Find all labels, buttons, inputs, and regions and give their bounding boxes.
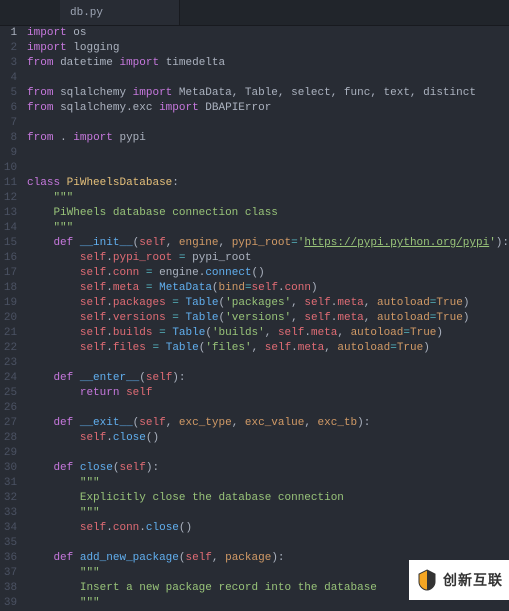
line-number: 21 [0,326,17,341]
line-number: 31 [0,476,17,491]
tab-bar: db.py [0,0,509,26]
line-number: 24 [0,371,17,386]
code-line: """ [27,506,509,521]
line-number: 6 [0,101,17,116]
line-number: 34 [0,521,17,536]
line-number: 27 [0,416,17,431]
line-number: 13 [0,206,17,221]
code-content[interactable]: import osimport loggingfrom datetime imp… [23,26,509,600]
code-line: self.close() [27,431,509,446]
code-line [27,401,509,416]
code-line: PiWheels database connection class [27,206,509,221]
code-line: """ [27,221,509,236]
code-line: self.builds = Table('builds', self.meta,… [27,326,509,341]
line-number: 20 [0,311,17,326]
line-number: 23 [0,356,17,371]
tab-filename: db.py [70,7,103,19]
line-number: 3 [0,56,17,71]
line-number: 37 [0,566,17,581]
line-number: 9 [0,146,17,161]
line-number: 7 [0,116,17,131]
code-line: self.pypi_root = pypi_root [27,251,509,266]
code-line: """ [27,191,509,206]
line-number: 4 [0,71,17,86]
line-number: 1 [0,26,17,41]
code-line: Explicitly close the database connection [27,491,509,506]
code-line [27,161,509,176]
code-line: from . import pypi [27,131,509,146]
code-line: from sqlalchemy import MetaData, Table, … [27,86,509,101]
editor-area: 1234567891011121314151617181920212223242… [0,26,509,600]
code-line: import os [27,26,509,41]
tab-file[interactable]: db.py [60,0,180,25]
code-line: self.conn = engine.connect() [27,266,509,281]
line-number: 26 [0,401,17,416]
line-number: 14 [0,221,17,236]
code-line: self.files = Table('files', self.meta, a… [27,341,509,356]
line-number: 11 [0,176,17,191]
line-number: 28 [0,431,17,446]
code-line: def __enter__(self): [27,371,509,386]
line-number: 38 [0,581,17,596]
line-number: 16 [0,251,17,266]
code-line: self.meta = MetaData(bind=self.conn) [27,281,509,296]
code-line: def __init__(self, engine, pypi_root='ht… [27,236,509,251]
code-line [27,71,509,86]
tab-spacer [0,0,60,25]
line-number: 8 [0,131,17,146]
code-line: self.versions = Table('versions', self.m… [27,311,509,326]
line-number: 12 [0,191,17,206]
code-line [27,356,509,371]
line-number: 30 [0,461,17,476]
line-number: 29 [0,446,17,461]
line-number: 15 [0,236,17,251]
code-line [27,446,509,461]
code-line: from datetime import timedelta [27,56,509,71]
code-line: self.conn.close() [27,521,509,536]
code-line: def close(self): [27,461,509,476]
code-line: """ [27,476,509,491]
code-line [27,536,509,551]
line-number: 32 [0,491,17,506]
code-line: return self [27,386,509,401]
line-number: 2 [0,41,17,56]
code-line [27,116,509,131]
line-number: 18 [0,281,17,296]
code-line: import logging [27,41,509,56]
code-line: class PiWheelsDatabase: [27,176,509,191]
code-line: self.packages = Table('packages', self.m… [27,296,509,311]
brand-logo: 创新互联 [409,560,509,600]
code-line [27,146,509,161]
line-number: 10 [0,161,17,176]
line-number: 22 [0,341,17,356]
logo-icon [415,568,439,592]
line-number: 36 [0,551,17,566]
line-number: 19 [0,296,17,311]
line-number: 35 [0,536,17,551]
line-number: 17 [0,266,17,281]
line-number: 5 [0,86,17,101]
line-number: 25 [0,386,17,401]
line-number: 39 [0,596,17,611]
code-line: from sqlalchemy.exc import DBAPIError [27,101,509,116]
line-number-gutter: 1234567891011121314151617181920212223242… [0,26,23,600]
code-line: def __exit__(self, exc_type, exc_value, … [27,416,509,431]
line-number: 33 [0,506,17,521]
logo-text: 创新互联 [443,570,503,590]
